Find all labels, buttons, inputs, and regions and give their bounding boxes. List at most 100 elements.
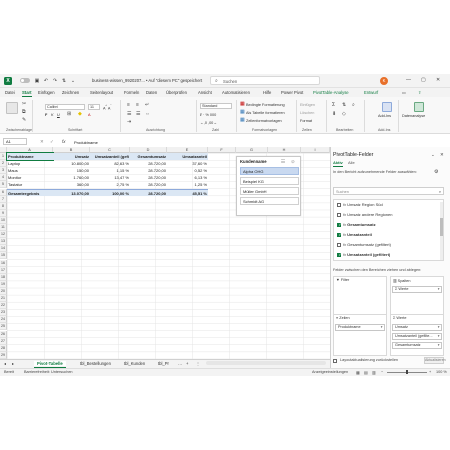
row-header[interactable]: 17 [0, 266, 7, 274]
clear-filter-icon[interactable]: ⊘ [291, 159, 295, 165]
align-middle-icon[interactable]: ≡ [136, 103, 139, 108]
sheet-options-icon[interactable]: ⋮ [196, 361, 200, 366]
row-header[interactable]: 1 [0, 153, 7, 161]
tab-daten[interactable]: Daten [146, 90, 157, 95]
table-cell[interactable]: 82,63 % [90, 160, 130, 167]
tab-seitenlayout[interactable]: Seitenlayout [90, 90, 113, 95]
fill-color-icon[interactable]: ◆ [78, 112, 82, 117]
row-header[interactable]: 29 [0, 351, 7, 359]
accessibility-status[interactable]: Barrierefreiheit: Untersuchen [24, 370, 73, 374]
row-header[interactable]: 23 [0, 309, 7, 317]
cell-styles-button[interactable]: Zellenformatvorlagen [246, 119, 282, 123]
row-header[interactable]: 20 [0, 287, 7, 295]
delete-cells-button[interactable]: Löschen [300, 111, 314, 115]
row-header[interactable]: 13 [0, 238, 7, 246]
row-header[interactable]: 8 [0, 202, 7, 210]
row-header[interactable]: 26 [0, 330, 7, 338]
tab-ueberpruefen[interactable]: Überprüfen [166, 90, 187, 95]
normal-view-icon[interactable]: ▦ [356, 370, 360, 375]
zoom-level[interactable]: 100 % [436, 370, 447, 374]
enter-icon[interactable]: ✓ [50, 139, 54, 145]
tab-hilfe[interactable]: Hilfe [263, 90, 271, 95]
decimal-icon[interactable]: ←,0 ,00→ [200, 121, 217, 125]
tab-einfuegen[interactable]: Einfügen [38, 90, 55, 95]
grand-total-cell[interactable]: Gesamtergebnis [7, 188, 53, 196]
table-cell[interactable]: Maus [7, 167, 53, 174]
find-icon[interactable]: ⌕ [352, 103, 355, 108]
tab-alle[interactable]: Alle [348, 160, 355, 165]
tab-aktiv[interactable]: Aktiv [333, 160, 343, 167]
sheet-tab-bestellungen[interactable]: tbl_Bestellungen [80, 361, 111, 366]
panel-options-icon[interactable]: ⌄ [431, 152, 435, 158]
zoom-in-icon[interactable]: + [429, 370, 431, 374]
values-chip[interactable]: Gesamtumsatz [392, 342, 442, 349]
checkbox-checked-icon[interactable] [337, 222, 342, 227]
indent-icon[interactable]: ⇥ [127, 120, 131, 125]
row-header[interactable]: 2 [0, 160, 7, 168]
bold-icon[interactable]: F [45, 113, 47, 117]
row-header[interactable]: 5 [0, 181, 7, 189]
cut-icon[interactable]: ✂ [22, 102, 26, 107]
format-cells-button[interactable]: Format [300, 119, 312, 123]
merge-icon[interactable]: ⇔ [145, 112, 150, 117]
grand-total-cell[interactable]: 100,00 % [90, 188, 130, 196]
row-header[interactable]: 28 [0, 344, 7, 352]
zoom-slider-thumb[interactable] [406, 370, 408, 374]
checkbox-checked-icon[interactable] [337, 232, 342, 237]
data-analysis-button[interactable]: Datenanalyse [402, 114, 425, 118]
table-cell[interactable]: 1,15 % [90, 167, 130, 174]
field-list[interactable]: fxUmsatz Region Süd fxUmsatz andere Regi… [333, 199, 444, 261]
tab-start[interactable]: Start [22, 90, 32, 97]
row-header[interactable]: 6 [0, 188, 7, 196]
field-item[interactable]: fxUmsatzanteil [337, 232, 372, 237]
autosum-icon[interactable]: Σ [332, 103, 335, 108]
customize-toolbar-icon[interactable]: ⌄ [70, 78, 76, 84]
table-cell[interactable]: Tastatur [7, 181, 53, 188]
tab-pivottable-analyse[interactable]: PivotTable-Analyse [313, 90, 349, 95]
row-header[interactable]: 16 [0, 259, 7, 267]
minimize-button[interactable]: — [406, 77, 411, 83]
align-center-icon[interactable]: ☰ [136, 112, 140, 117]
table-cell[interactable]: 13,47 % [90, 174, 130, 181]
row-header[interactable]: 9 [0, 209, 7, 217]
slicer-item[interactable]: Schmidt AG [240, 197, 299, 205]
horizontal-scrollbar[interactable] [206, 361, 326, 365]
pivot-header-cell[interactable]: Umsatzanteil (gefi [90, 153, 130, 161]
panel-close-icon[interactable]: ✕ [440, 152, 444, 158]
comments-icon[interactable]: ▭ [402, 90, 406, 95]
row-header[interactable]: 21 [0, 295, 7, 303]
font-grow-icon[interactable]: A^ Aˇ [103, 104, 111, 110]
row-header[interactable]: 11 [0, 224, 7, 232]
table-cell[interactable]: 10.800,00 [53, 160, 90, 167]
row-header[interactable]: 14 [0, 245, 7, 253]
align-left-icon[interactable]: ☰ [127, 112, 131, 117]
table-cell[interactable]: 0,52 % [167, 167, 208, 174]
columns-chip[interactable]: Σ Werte [392, 286, 442, 293]
sort-icon[interactable]: ⇅ [61, 78, 67, 84]
sheet-more-icon[interactable]: … [178, 361, 182, 366]
tab-datei[interactable]: Datei [5, 90, 15, 95]
zoom-out-icon[interactable]: − [381, 370, 383, 374]
row-header[interactable]: 4 [0, 174, 7, 182]
field-item[interactable]: fxGesamtumsatz [337, 222, 376, 227]
field-item[interactable]: fxUmsatz andere Regionen [337, 212, 392, 217]
rows-chip[interactable]: Produktname [335, 324, 385, 331]
font-size-select[interactable]: 11 [88, 104, 100, 110]
slicer-item[interactable]: Alpha OHG [240, 167, 299, 175]
autosave-toggle-icon[interactable] [20, 78, 30, 83]
addins-button[interactable]: Add-Ins [378, 114, 391, 118]
page-layout-icon[interactable]: ▤ [364, 370, 368, 375]
grand-total-cell[interactable]: 28.720,00 [130, 188, 167, 196]
page-break-icon[interactable]: ▥ [372, 370, 376, 375]
field-item[interactable]: fxUmsatz Region Süd [337, 202, 383, 207]
tab-automatisieren[interactable]: Automatisieren [222, 90, 250, 95]
add-sheet-button[interactable]: + [186, 361, 188, 366]
font-color-icon[interactable]: A [88, 113, 91, 117]
sheet-tab-produkte[interactable]: tbl_Pr [158, 361, 169, 366]
tab-zeichnen[interactable]: Zeichnen [62, 90, 79, 95]
rows-area[interactable] [333, 314, 387, 356]
pivot-header-cell[interactable]: Produktname [6, 151, 54, 162]
sort-filter-icon[interactable]: ⇅ [342, 103, 346, 108]
display-settings-button[interactable]: Anzeigeeinstellungen [312, 370, 348, 374]
pivot-header-cell[interactable]: Gesamtumsatz [130, 153, 167, 161]
